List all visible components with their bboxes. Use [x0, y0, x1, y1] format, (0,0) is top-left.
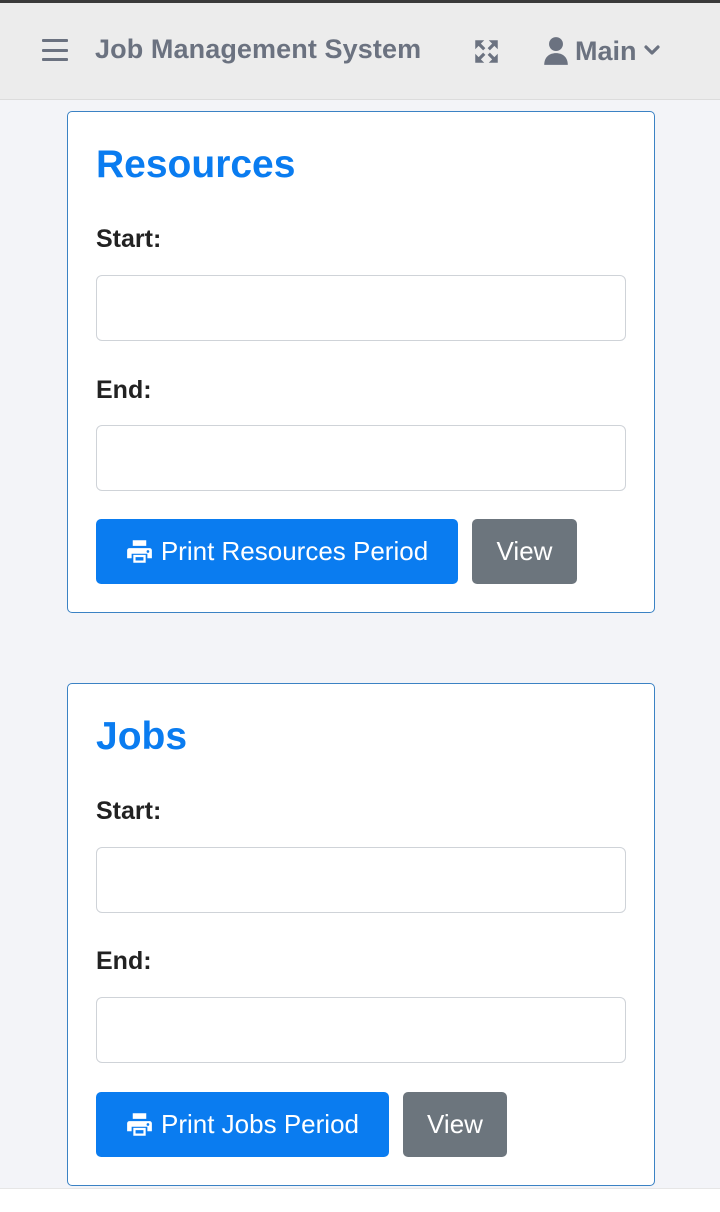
jobs-end-label: End:	[96, 947, 152, 975]
resources-title: Resources	[96, 143, 296, 186]
app-title[interactable]: Job Management System	[95, 34, 421, 65]
jobs-end-input[interactable]	[96, 997, 626, 1063]
user-menu-label: Main	[575, 35, 637, 66]
print-resources-label: Print Resources Period	[160, 536, 429, 566]
printer-icon	[126, 540, 152, 563]
jobs-title: Jobs	[96, 715, 188, 758]
print-resources-period-button[interactable]: Print Resources Period	[96, 519, 458, 584]
fullscreen-expand-icon[interactable]	[473, 38, 500, 65]
resources-view-button[interactable]: View	[472, 519, 577, 584]
resources-start-input[interactable]	[96, 275, 626, 341]
jobs-view-label: View	[427, 1109, 483, 1139]
resources-end-input[interactable]	[96, 425, 626, 491]
jobs-start-label: Start:	[96, 797, 162, 825]
print-jobs-label: Print Jobs Period	[161, 1109, 359, 1139]
bottom-bar	[0, 1188, 720, 1212]
resources-end-label: End:	[96, 376, 152, 404]
resources-start-label: Start:	[96, 225, 162, 253]
top-navbar: Job Management System Main	[0, 0, 720, 100]
jobs-view-button[interactable]: View	[403, 1092, 507, 1157]
user-icon	[544, 37, 568, 65]
resources-card: Resources Start: End: Print Resources Pe…	[67, 111, 655, 613]
resources-view-label: View	[496, 536, 553, 566]
jobs-start-input[interactable]	[96, 847, 626, 913]
print-jobs-period-button[interactable]: Print Jobs Period	[96, 1092, 389, 1157]
user-menu-dropdown[interactable]: Main	[543, 33, 660, 69]
printer-icon	[127, 1113, 152, 1136]
chevron-down-icon	[643, 45, 660, 55]
hamburger-menu-icon[interactable]	[42, 39, 68, 61]
jobs-card: Jobs Start: End: Print Jobs Period View	[67, 683, 655, 1186]
